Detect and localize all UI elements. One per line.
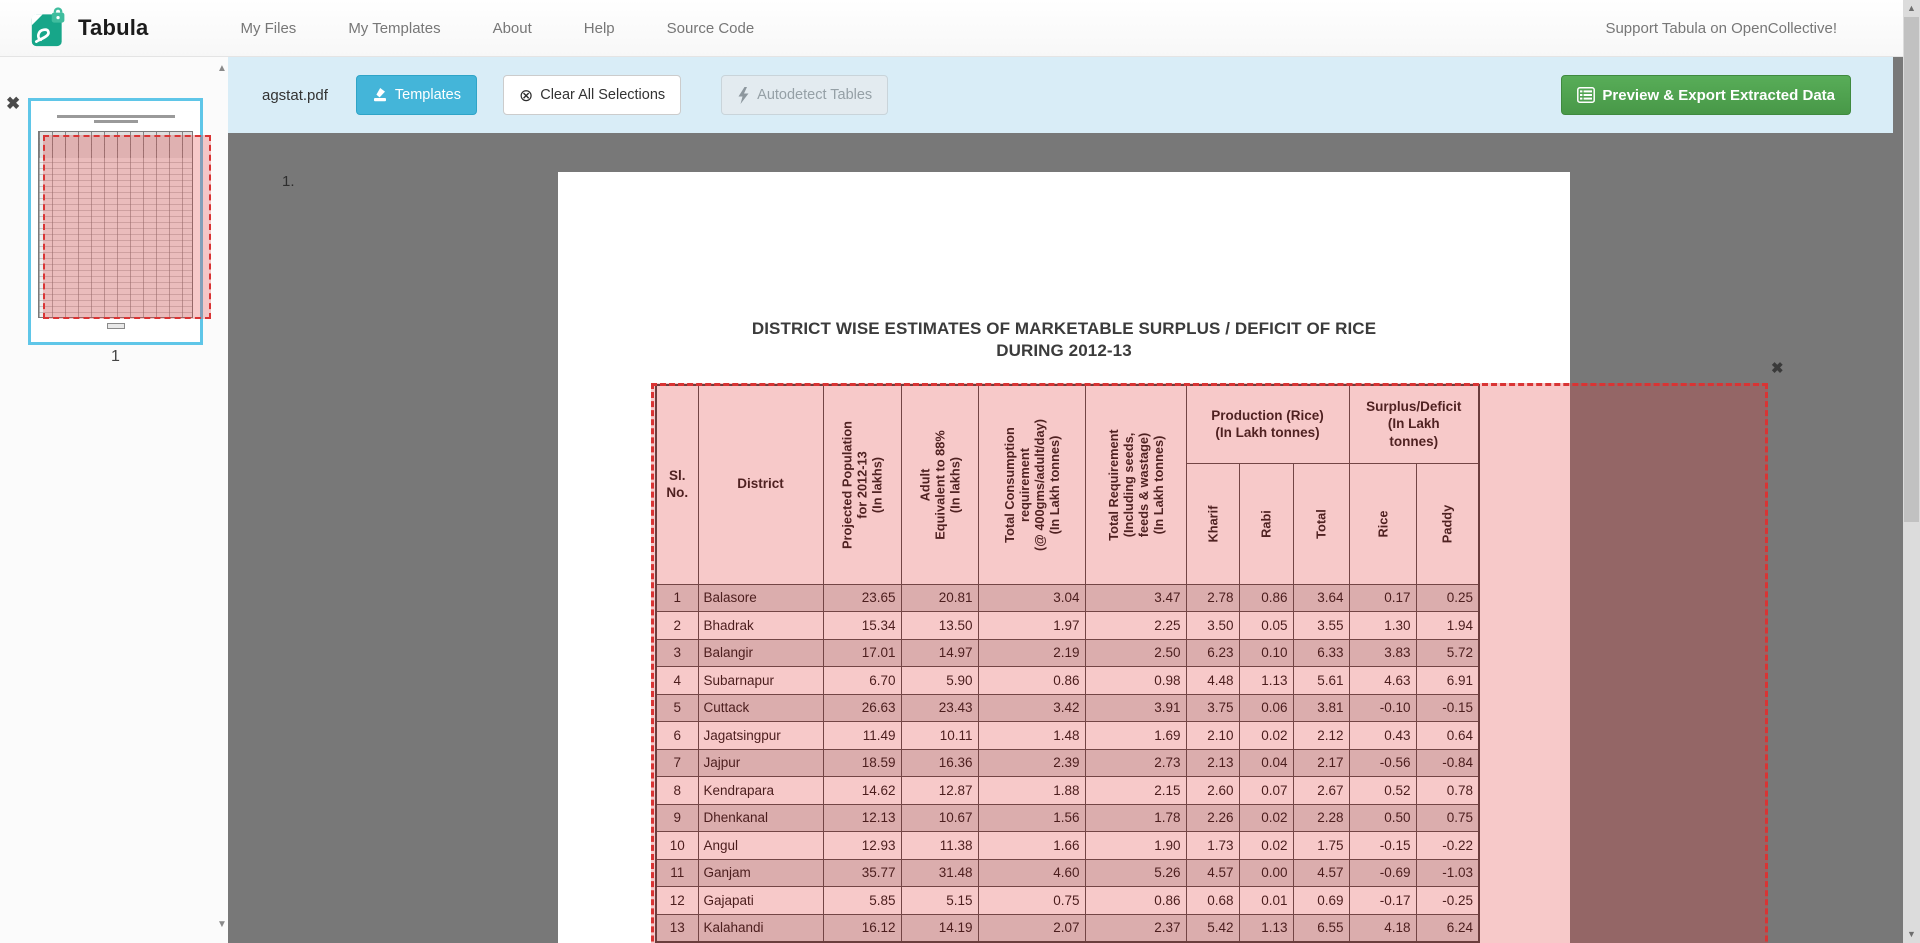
export-button-label: Preview & Export Extracted Data [1602, 87, 1835, 104]
page-thumbnail[interactable] [28, 98, 203, 345]
nav-item-my-files[interactable]: My Files [214, 10, 322, 47]
nav-item-source-code[interactable]: Source Code [641, 10, 781, 47]
templates-save-icon [372, 87, 388, 103]
document-title: DISTRICT WISE ESTIMATES OF MARKETABLE SU… [558, 318, 1570, 363]
document-area: agstat.pdf Templates ⊗ Clear All Selecti… [228, 57, 1903, 943]
lightning-bolt-icon [737, 87, 750, 104]
support-link[interactable]: Support Tabula on OpenCollective! [1605, 20, 1903, 37]
autodetect-button-label: Autodetect Tables [757, 87, 872, 103]
clear-selections-button[interactable]: ⊗ Clear All Selections [503, 75, 681, 115]
filename-label: agstat.pdf [262, 87, 328, 104]
thumbnail-footer-mark [107, 323, 125, 329]
templates-button-label: Templates [395, 87, 461, 103]
scroll-up-icon[interactable]: ▲ [1903, 0, 1920, 17]
sidebar: ▲ ✖ 1 ▼ [0, 57, 228, 943]
page-number-marker: 1. [282, 173, 295, 190]
brand[interactable]: Tabula [30, 7, 148, 49]
scrollbar-thumb[interactable] [1904, 17, 1919, 522]
brand-title: Tabula [78, 15, 148, 41]
tabula-logo-icon [30, 7, 68, 49]
window-scrollbar[interactable]: ▲ ▼ [1903, 0, 1920, 943]
selection-close-button close-icon[interactable]: ✖ [1771, 361, 1784, 376]
nav-item-help[interactable]: Help [558, 10, 641, 47]
nav-item-about[interactable]: About [467, 10, 558, 47]
thumbnail-close-button close-icon[interactable]: ✖ [6, 95, 20, 112]
nav-menu: My FilesMy TemplatesAboutHelpSource Code [214, 10, 780, 47]
toolbar: agstat.pdf Templates ⊗ Clear All Selecti… [228, 57, 1893, 133]
nav-item-my-templates[interactable]: My Templates [322, 10, 466, 47]
thumbnail-page-number: 1 [28, 348, 203, 366]
selection-overlay[interactable] [651, 383, 1768, 943]
thumbnail-table [38, 131, 193, 318]
export-button[interactable]: Preview & Export Extracted Data [1561, 75, 1851, 115]
autodetect-tables-button[interactable]: Autodetect Tables [721, 75, 888, 115]
clear-circle-x-icon: ⊗ [519, 87, 533, 104]
thumbnail-title-line [57, 115, 175, 118]
templates-button[interactable]: Templates [356, 75, 477, 115]
thumbnail-title-line [94, 120, 138, 123]
table-list-icon [1577, 87, 1595, 103]
navbar: Tabula My FilesMy TemplatesAboutHelpSour… [0, 0, 1903, 57]
scroll-down-icon[interactable]: ▼ [1903, 926, 1920, 943]
clear-button-label: Clear All Selections [540, 87, 665, 103]
